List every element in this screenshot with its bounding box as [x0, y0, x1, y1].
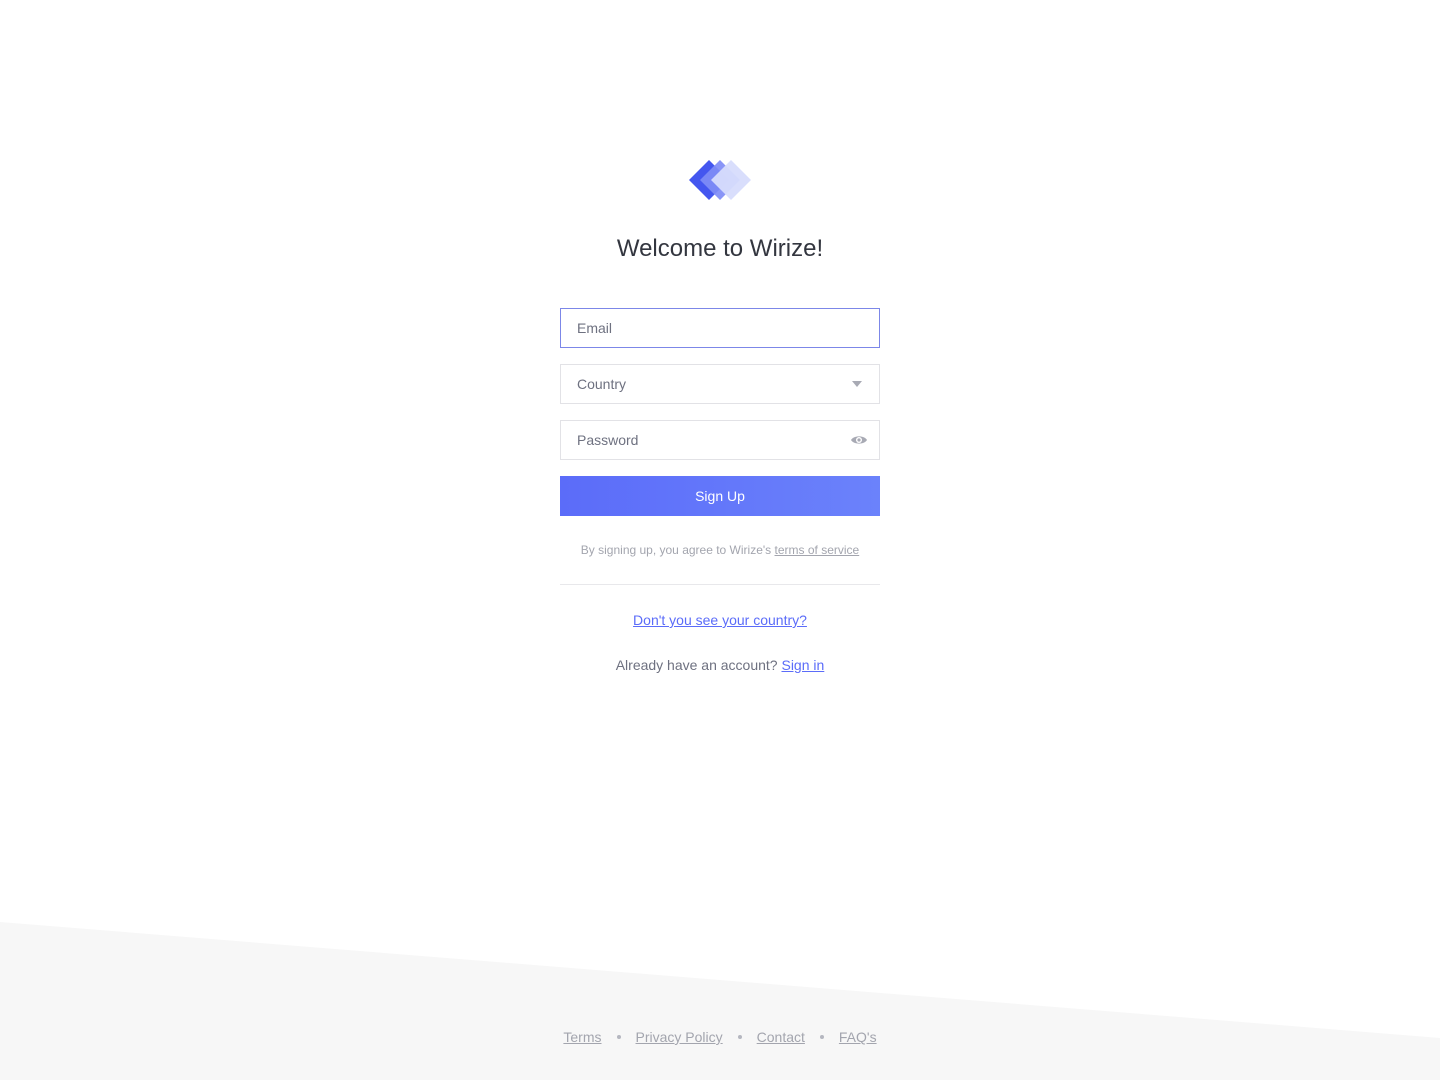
chevron-down-icon [852, 381, 862, 387]
separator-dot [819, 1035, 824, 1040]
separator-dot [737, 1035, 742, 1040]
terms-of-service-link[interactable]: terms of service [775, 543, 860, 557]
footer-faqs-link[interactable]: FAQ's [839, 1029, 877, 1045]
signup-form-container: Welcome to Wirize! Country Sign Up By si… [560, 158, 880, 674]
eye-icon[interactable] [850, 432, 868, 448]
footer-terms-link[interactable]: Terms [563, 1029, 601, 1045]
divider [560, 584, 880, 585]
signup-page: Welcome to Wirize! Country Sign Up By si… [0, 0, 1440, 1080]
signin-prompt-text: Already have an account? [615, 657, 782, 673]
email-field[interactable] [561, 309, 879, 347]
wirize-logo [689, 160, 751, 200]
sign-in-link[interactable]: Sign in [781, 657, 824, 673]
country-help-link[interactable]: Don't you see your country? [633, 612, 807, 628]
country-help: Don't you see your country? [560, 611, 880, 629]
password-field-wrapper [560, 420, 880, 460]
footer-privacy-link[interactable]: Privacy Policy [636, 1029, 723, 1045]
page-title: Welcome to Wirize! [616, 235, 824, 262]
separator-dot [616, 1035, 621, 1040]
footer-contact-link[interactable]: Contact [757, 1029, 805, 1045]
terms-note-text: By signing up, you agree to Wirize's [580, 543, 775, 557]
country-select-label: Country [577, 376, 627, 392]
email-field-wrapper [560, 308, 880, 348]
sign-up-button[interactable]: Sign Up [560, 476, 880, 516]
signin-prompt: Already have an account? Sign in [560, 656, 880, 674]
password-field[interactable] [561, 421, 879, 459]
country-select[interactable]: Country [560, 364, 880, 404]
footer-links: Terms Privacy Policy Contact FAQ's [0, 1028, 1440, 1046]
terms-note: By signing up, you agree to Wirize's ter… [560, 542, 880, 558]
